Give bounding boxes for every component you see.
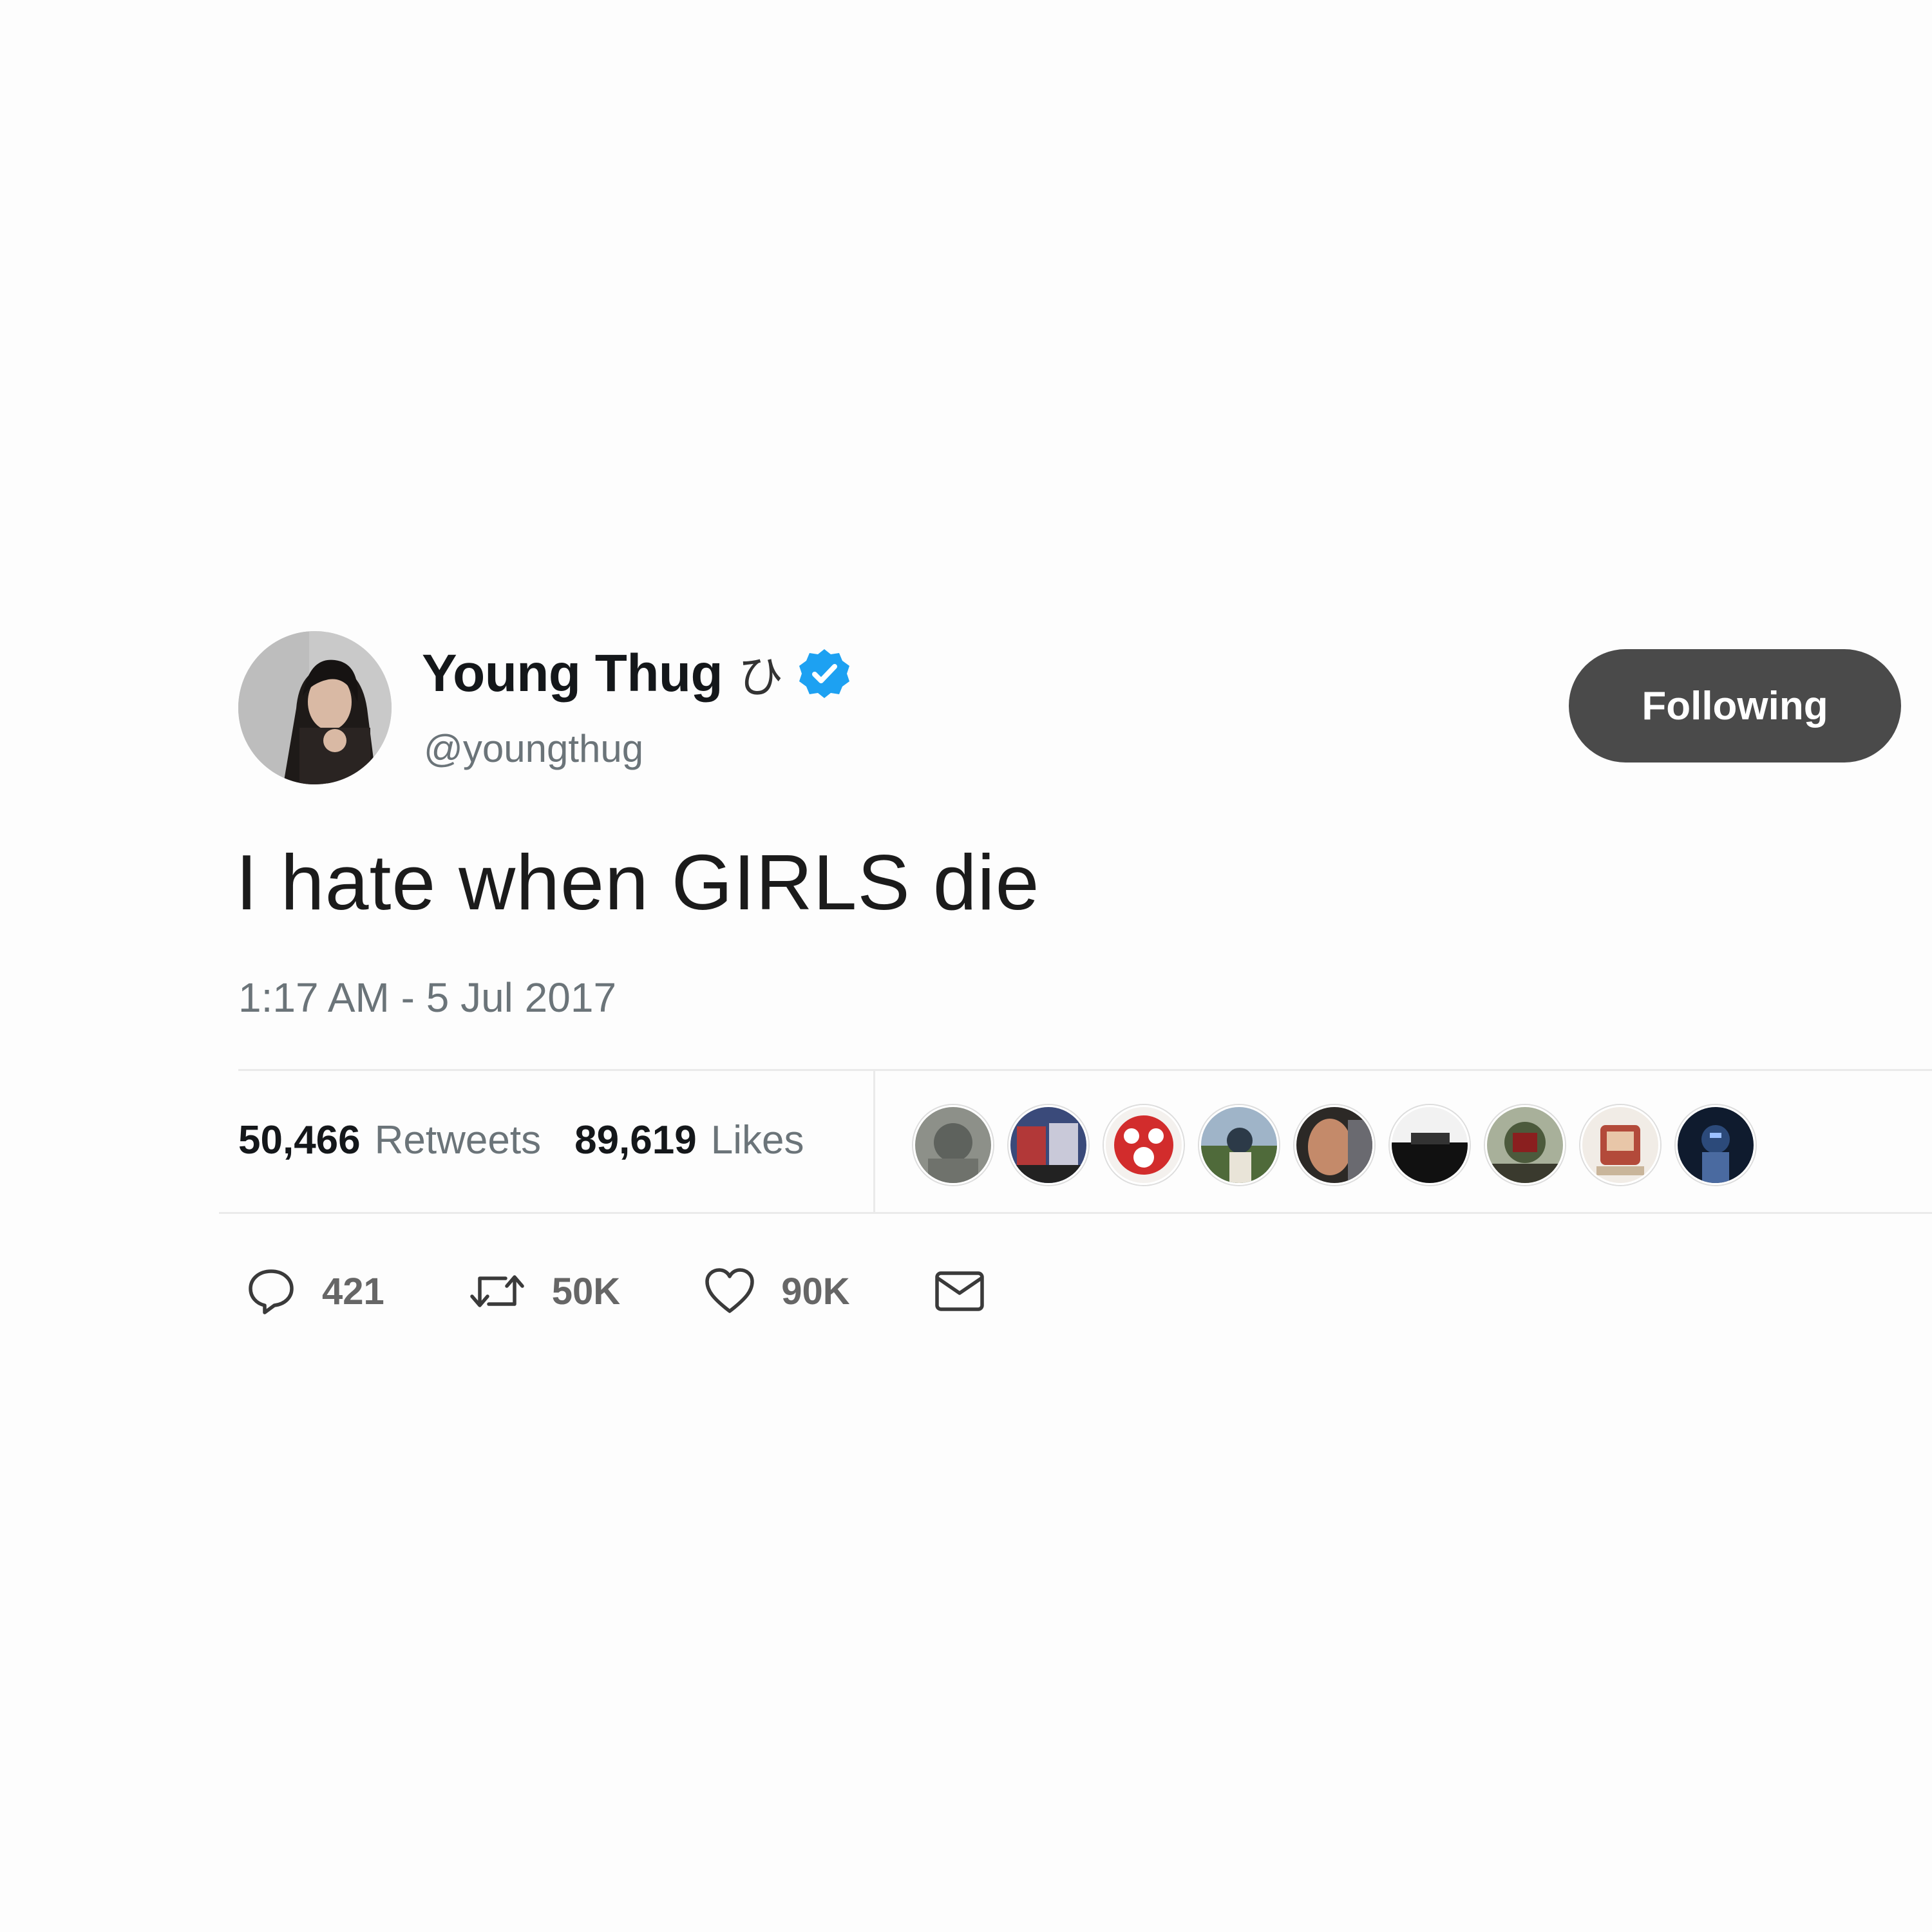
divider	[219, 1212, 1932, 1214]
retweets-stat[interactable]: 50,466 Retweets	[238, 1117, 541, 1163]
tweet-timestamp[interactable]: 1:17 AM - 5 Jul 2017	[238, 974, 616, 1021]
envelope-icon[interactable]	[934, 1270, 985, 1312]
retweet-action[interactable]: 50K	[468, 1268, 620, 1314]
like-action[interactable]: 90K	[704, 1267, 850, 1315]
heart-icon[interactable]	[704, 1267, 755, 1315]
author-display-name[interactable]: Young Thug	[422, 643, 723, 704]
likes-count: 89,619	[574, 1118, 697, 1162]
retweets-label: Retweets	[374, 1118, 542, 1162]
author-avatar[interactable]	[238, 631, 392, 784]
liker-avatar[interactable]	[1199, 1105, 1279, 1185]
liker-avatar[interactable]	[1009, 1105, 1088, 1185]
divider	[873, 1070, 875, 1213]
like-count: 90K	[781, 1270, 850, 1312]
retweets-count: 50,466	[238, 1118, 361, 1162]
author-name-glyph: ひ	[738, 652, 784, 702]
reply-action[interactable]: 421	[246, 1266, 384, 1316]
liker-avatar[interactable]	[1485, 1105, 1565, 1185]
author-name-row: Young Thug ひ	[422, 641, 851, 706]
likes-label: Likes	[710, 1118, 804, 1162]
reply-count: 421	[322, 1270, 384, 1312]
tweet-card: Young Thug ひ @youngthug Following I hate…	[0, 0, 1932, 1932]
tweet-text: I hate when GIRLS die	[236, 838, 1040, 926]
liker-avatar[interactable]	[1104, 1105, 1184, 1185]
reply-icon[interactable]	[246, 1266, 296, 1316]
retweet-count: 50K	[551, 1270, 621, 1312]
liker-avatar[interactable]	[913, 1105, 993, 1185]
following-button[interactable]: Following	[1569, 649, 1901, 762]
liker-avatar[interactable]	[1390, 1105, 1470, 1185]
liker-avatar[interactable]	[1580, 1105, 1660, 1185]
engagement-stats: 50,466 Retweets 89,619 Likes	[238, 1117, 837, 1163]
author-handle[interactable]: @youngthug	[424, 726, 643, 771]
retweet-icon[interactable]	[468, 1268, 526, 1314]
liker-avatar[interactable]	[1294, 1105, 1374, 1185]
liker-avatar[interactable]	[1676, 1105, 1756, 1185]
verified-badge-icon	[797, 647, 851, 701]
tweet-actions: 421 50K 90K	[246, 1266, 1069, 1316]
divider	[238, 1069, 1932, 1071]
liker-avatars	[913, 1105, 1771, 1185]
likes-stat[interactable]: 89,619 Likes	[574, 1117, 804, 1163]
direct-message-action[interactable]	[934, 1270, 985, 1312]
